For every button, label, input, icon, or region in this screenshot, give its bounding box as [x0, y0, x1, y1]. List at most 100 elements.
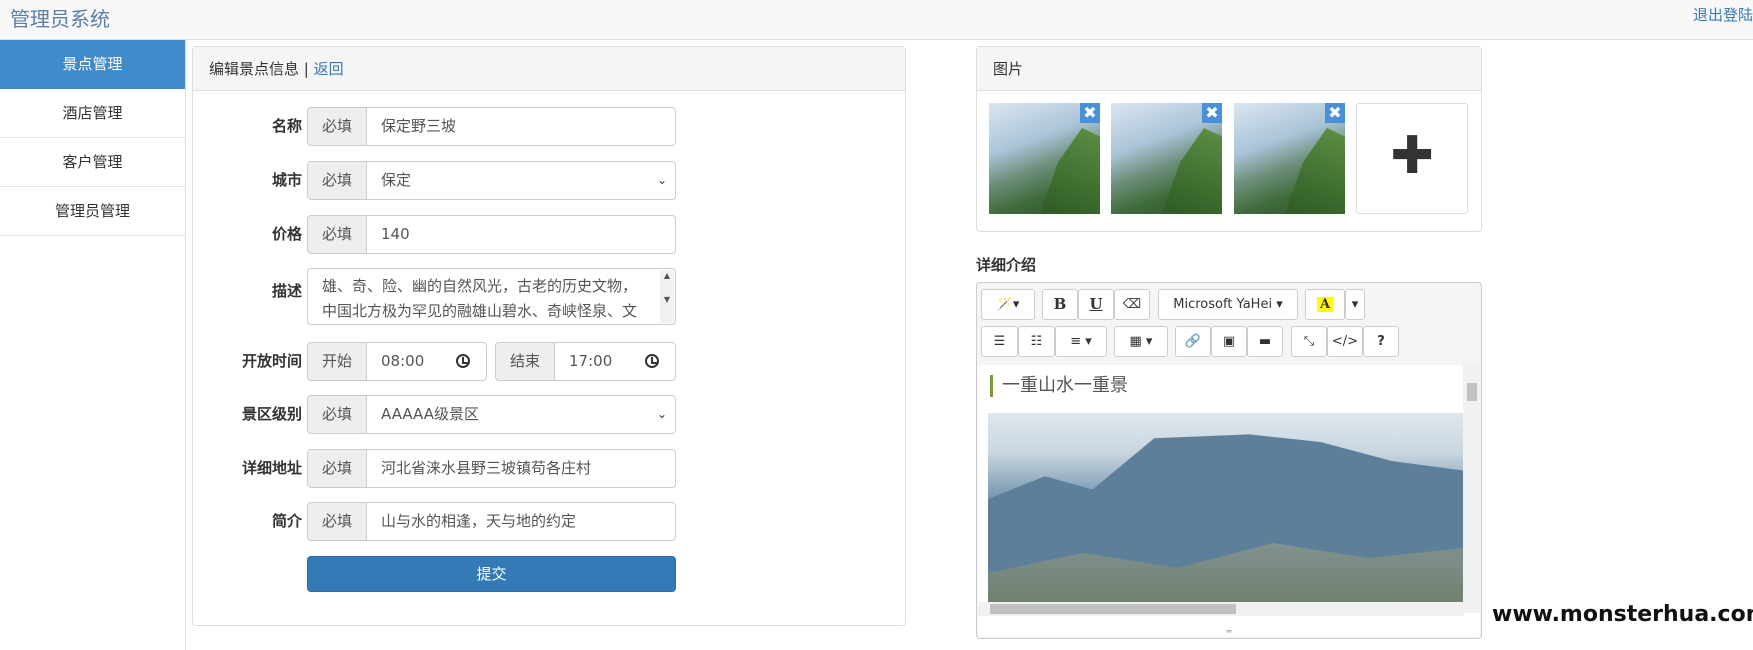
end-addon: 结束: [495, 342, 555, 381]
editor-content-area[interactable]: 一重山水一重景: [978, 365, 1480, 637]
help-icon[interactable]: ?: [1363, 326, 1399, 357]
level-selected-value: AAAAA级景区: [381, 405, 479, 423]
clock-icon[interactable]: [645, 354, 659, 368]
address-row: 详细地址 必填 河北省涞水县野三坡镇苟各庄村: [192, 449, 906, 488]
images-panel-heading: 图片: [977, 47, 1481, 91]
level-required-addon: 必填: [307, 395, 367, 434]
watermark-text: www.monsterhua.com: [1492, 602, 1753, 627]
name-group: 必填 保定野三坡: [307, 107, 676, 146]
name-row: 名称 必填 保定野三坡: [192, 107, 906, 146]
sidebar-item-admins[interactable]: 管理员管理: [0, 187, 185, 236]
city-label: 城市: [271, 171, 302, 189]
start-time-group: 开始 08:00: [307, 342, 487, 381]
city-row: 城市 必填 保定 ⌄: [192, 161, 906, 200]
intro-row: 简介 必填 山与水的相逢，天与地的约定: [192, 502, 906, 541]
level-select[interactable]: AAAAA级景区 ⌄: [366, 395, 676, 434]
textarea-scrollbar[interactable]: ▲ ▼: [660, 270, 674, 323]
intro-group: 必填 山与水的相逢，天与地的约定: [307, 502, 676, 541]
name-required-addon: 必填: [307, 107, 367, 146]
image-thumbnail[interactable]: ✖: [1234, 103, 1345, 214]
text-color-icon[interactable]: A: [1305, 289, 1345, 320]
horizontal-scrollbar[interactable]: [978, 602, 1464, 616]
table-icon[interactable]: ▦ ▾: [1114, 326, 1168, 357]
sidebar-item-customers[interactable]: 客户管理: [0, 138, 185, 187]
close-icon[interactable]: ✖: [1080, 103, 1100, 123]
font-family-dropdown[interactable]: Microsoft YaHei ▾: [1158, 289, 1298, 320]
vertical-scroll-thumb[interactable]: [1467, 383, 1477, 401]
price-group: 必填 140: [307, 215, 676, 254]
mountain-image: [988, 413, 1463, 613]
level-group: 必填 AAAAA级景区 ⌄: [307, 395, 676, 434]
color-caret-icon[interactable]: ▾: [1345, 289, 1365, 320]
link-icon[interactable]: 🔗: [1175, 326, 1211, 357]
clock-icon[interactable]: [456, 354, 470, 368]
level-label: 景区级别: [241, 405, 302, 423]
form-title: 编辑景点信息: [209, 60, 300, 78]
chevron-down-icon: ⌄: [656, 407, 667, 421]
submit-button[interactable]: 提交: [307, 556, 676, 592]
city-select[interactable]: 保定 ⌄: [366, 161, 676, 200]
vertical-scrollbar[interactable]: [1463, 365, 1480, 613]
level-row: 景区级别 必填 AAAAA级景区 ⌄: [192, 395, 906, 434]
start-addon: 开始: [307, 342, 367, 381]
desc-textarea[interactable]: 雄、奇、险、幽的自然风光，古老的历史文物，中国北方极为罕见的融雄山碧水、奇峡怪泉…: [307, 268, 676, 325]
intro-required-addon: 必填: [307, 502, 367, 541]
bold-icon[interactable]: B: [1042, 289, 1078, 320]
underline-icon[interactable]: U: [1078, 289, 1114, 320]
logout-link[interactable]: 退出登陆: [1693, 4, 1753, 25]
add-image-button[interactable]: ✚: [1356, 103, 1468, 214]
resize-handle[interactable]: ═: [977, 628, 1481, 638]
price-required-addon: 必填: [307, 215, 367, 254]
open-time-label: 开放时间: [241, 352, 302, 370]
content-heading: 一重山水一重景: [990, 375, 1128, 397]
back-link[interactable]: 返回: [314, 60, 344, 78]
horizontal-scroll-thumb[interactable]: [990, 604, 1236, 614]
fullscreen-icon[interactable]: ⤡: [1291, 326, 1327, 357]
city-required-addon: 必填: [307, 161, 367, 200]
open-time-row: 开放时间 开始 08:00 结束 17:00: [192, 342, 906, 381]
address-label: 详细地址: [241, 459, 302, 477]
image-thumbnail[interactable]: ✖: [1111, 103, 1222, 214]
top-navbar: 管理员系统 退出登陆: [0, 0, 1753, 40]
brand-title[interactable]: 管理员系统: [10, 3, 110, 32]
close-icon[interactable]: ✖: [1325, 103, 1345, 123]
address-required-addon: 必填: [307, 449, 367, 488]
start-time-input[interactable]: 08:00: [366, 342, 487, 381]
video-icon[interactable]: ▬: [1247, 326, 1283, 357]
image-thumbnail[interactable]: ✖: [989, 103, 1100, 214]
address-group: 必填 河北省涞水县野三坡镇苟各庄村: [307, 449, 676, 488]
close-icon[interactable]: ✖: [1202, 103, 1222, 123]
desc-text: 雄、奇、险、幽的自然风光，古老的历史文物，中国北方极为罕见的融雄山碧水、奇峡怪泉…: [322, 277, 638, 320]
city-selected-value: 保定: [381, 171, 412, 189]
price-row: 价格 必填 140: [192, 215, 906, 254]
address-input[interactable]: 河北省涞水县野三坡镇苟各庄村: [366, 449, 676, 488]
picture-icon[interactable]: ▣: [1211, 326, 1247, 357]
end-time-input[interactable]: 17:00: [554, 342, 676, 381]
code-view-icon[interactable]: </>: [1327, 326, 1363, 357]
detail-intro-label: 详细介绍: [976, 256, 1037, 274]
unordered-list-icon[interactable]: ☰: [981, 326, 1018, 357]
eraser-icon[interactable]: ⌫: [1114, 289, 1150, 320]
price-label: 价格: [271, 225, 302, 243]
city-group: 必填 保定 ⌄: [307, 161, 676, 200]
start-time-value: 08:00: [381, 352, 425, 370]
magic-style-icon[interactable]: 🪄▾: [981, 289, 1035, 320]
name-input[interactable]: 保定野三坡: [366, 107, 676, 146]
form-panel-heading: 编辑景点信息 | 返回: [193, 47, 905, 91]
ordered-list-icon[interactable]: ☷: [1018, 326, 1055, 357]
sidebar-item-hotels[interactable]: 酒店管理: [0, 89, 185, 138]
price-input[interactable]: 140: [366, 215, 676, 254]
end-time-group: 结束 17:00: [495, 342, 676, 381]
align-dropdown-icon[interactable]: ≡ ▾: [1055, 326, 1107, 357]
name-label: 名称: [271, 117, 302, 135]
desc-label: 描述: [271, 282, 302, 300]
rich-text-editor: 🪄▾ B U ⌫ Microsoft YaHei ▾ A ▾ ☰ ☷ ≡ ▾ ▦…: [976, 282, 1482, 639]
chevron-down-icon: ⌄: [656, 173, 667, 187]
highlight-letter: A: [1316, 297, 1334, 312]
sidebar-item-attractions[interactable]: 景点管理: [0, 40, 185, 89]
intro-input[interactable]: 山与水的相逢，天与地的约定: [366, 502, 676, 541]
end-time-value: 17:00: [569, 352, 613, 370]
sidebar: 景点管理 酒店管理 客户管理 管理员管理: [0, 40, 186, 650]
intro-label: 简介: [271, 512, 302, 530]
plus-icon: ✚: [1390, 126, 1434, 186]
